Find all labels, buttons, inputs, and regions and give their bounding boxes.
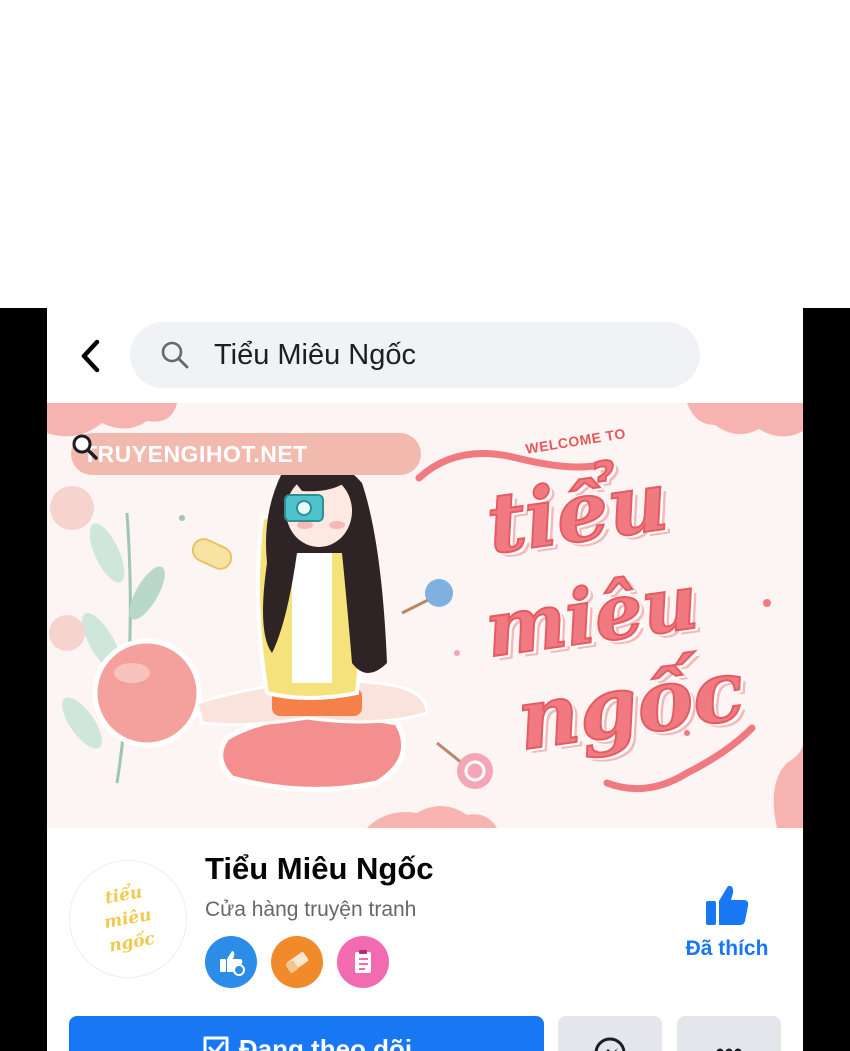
liked-button[interactable]: Đã thích bbox=[667, 883, 787, 961]
watermark-banner: TRUYENGIHOT.NET bbox=[71, 433, 421, 475]
top-blank-area bbox=[0, 0, 850, 308]
following-label: Đang theo dõi bbox=[238, 1034, 413, 1051]
avatar-logo: tiểu miêu ngốc bbox=[98, 879, 157, 958]
page-category: Cửa hàng truyện tranh bbox=[205, 898, 417, 921]
liked-label: Đã thích bbox=[685, 937, 769, 960]
following-button[interactable]: Đang theo dõi bbox=[69, 1016, 544, 1051]
search-icon bbox=[158, 338, 192, 372]
page-name[interactable]: Tiểu Miêu Ngốc bbox=[205, 851, 434, 887]
eraser-icon[interactable] bbox=[271, 936, 323, 988]
more-dots-icon bbox=[716, 1048, 742, 1051]
facebook-page-screen: Tiểu Miêu Ngốc TRUYENGIHOT.NET WELCOME T… bbox=[47, 308, 803, 1051]
badge-row bbox=[205, 936, 389, 988]
watermark-text: TRUYENGIHOT.NET bbox=[83, 440, 308, 467]
left-letterbox bbox=[0, 308, 47, 1051]
profile-avatar[interactable]: tiểu miêu ngốc bbox=[69, 860, 187, 978]
like-recommend-icon[interactable] bbox=[205, 936, 257, 988]
cover-photo[interactable]: TRUYENGIHOT.NET WELCOME TO tiểu miêu ngố… bbox=[47, 403, 803, 828]
clipboard-icon[interactable] bbox=[337, 936, 389, 988]
right-letterbox bbox=[803, 308, 850, 1051]
more-options-button[interactable] bbox=[677, 1016, 781, 1051]
message-button[interactable] bbox=[558, 1016, 662, 1051]
thumbs-up-icon bbox=[706, 885, 749, 925]
back-button[interactable] bbox=[73, 338, 107, 374]
magnifier-icon bbox=[72, 434, 98, 460]
chevron-left-icon bbox=[81, 339, 100, 373]
messenger-icon bbox=[594, 1037, 626, 1051]
search-bar[interactable]: Tiểu Miêu Ngốc bbox=[130, 322, 700, 388]
search-query: Tiểu Miêu Ngốc bbox=[214, 338, 417, 371]
following-check-icon bbox=[203, 1036, 229, 1051]
